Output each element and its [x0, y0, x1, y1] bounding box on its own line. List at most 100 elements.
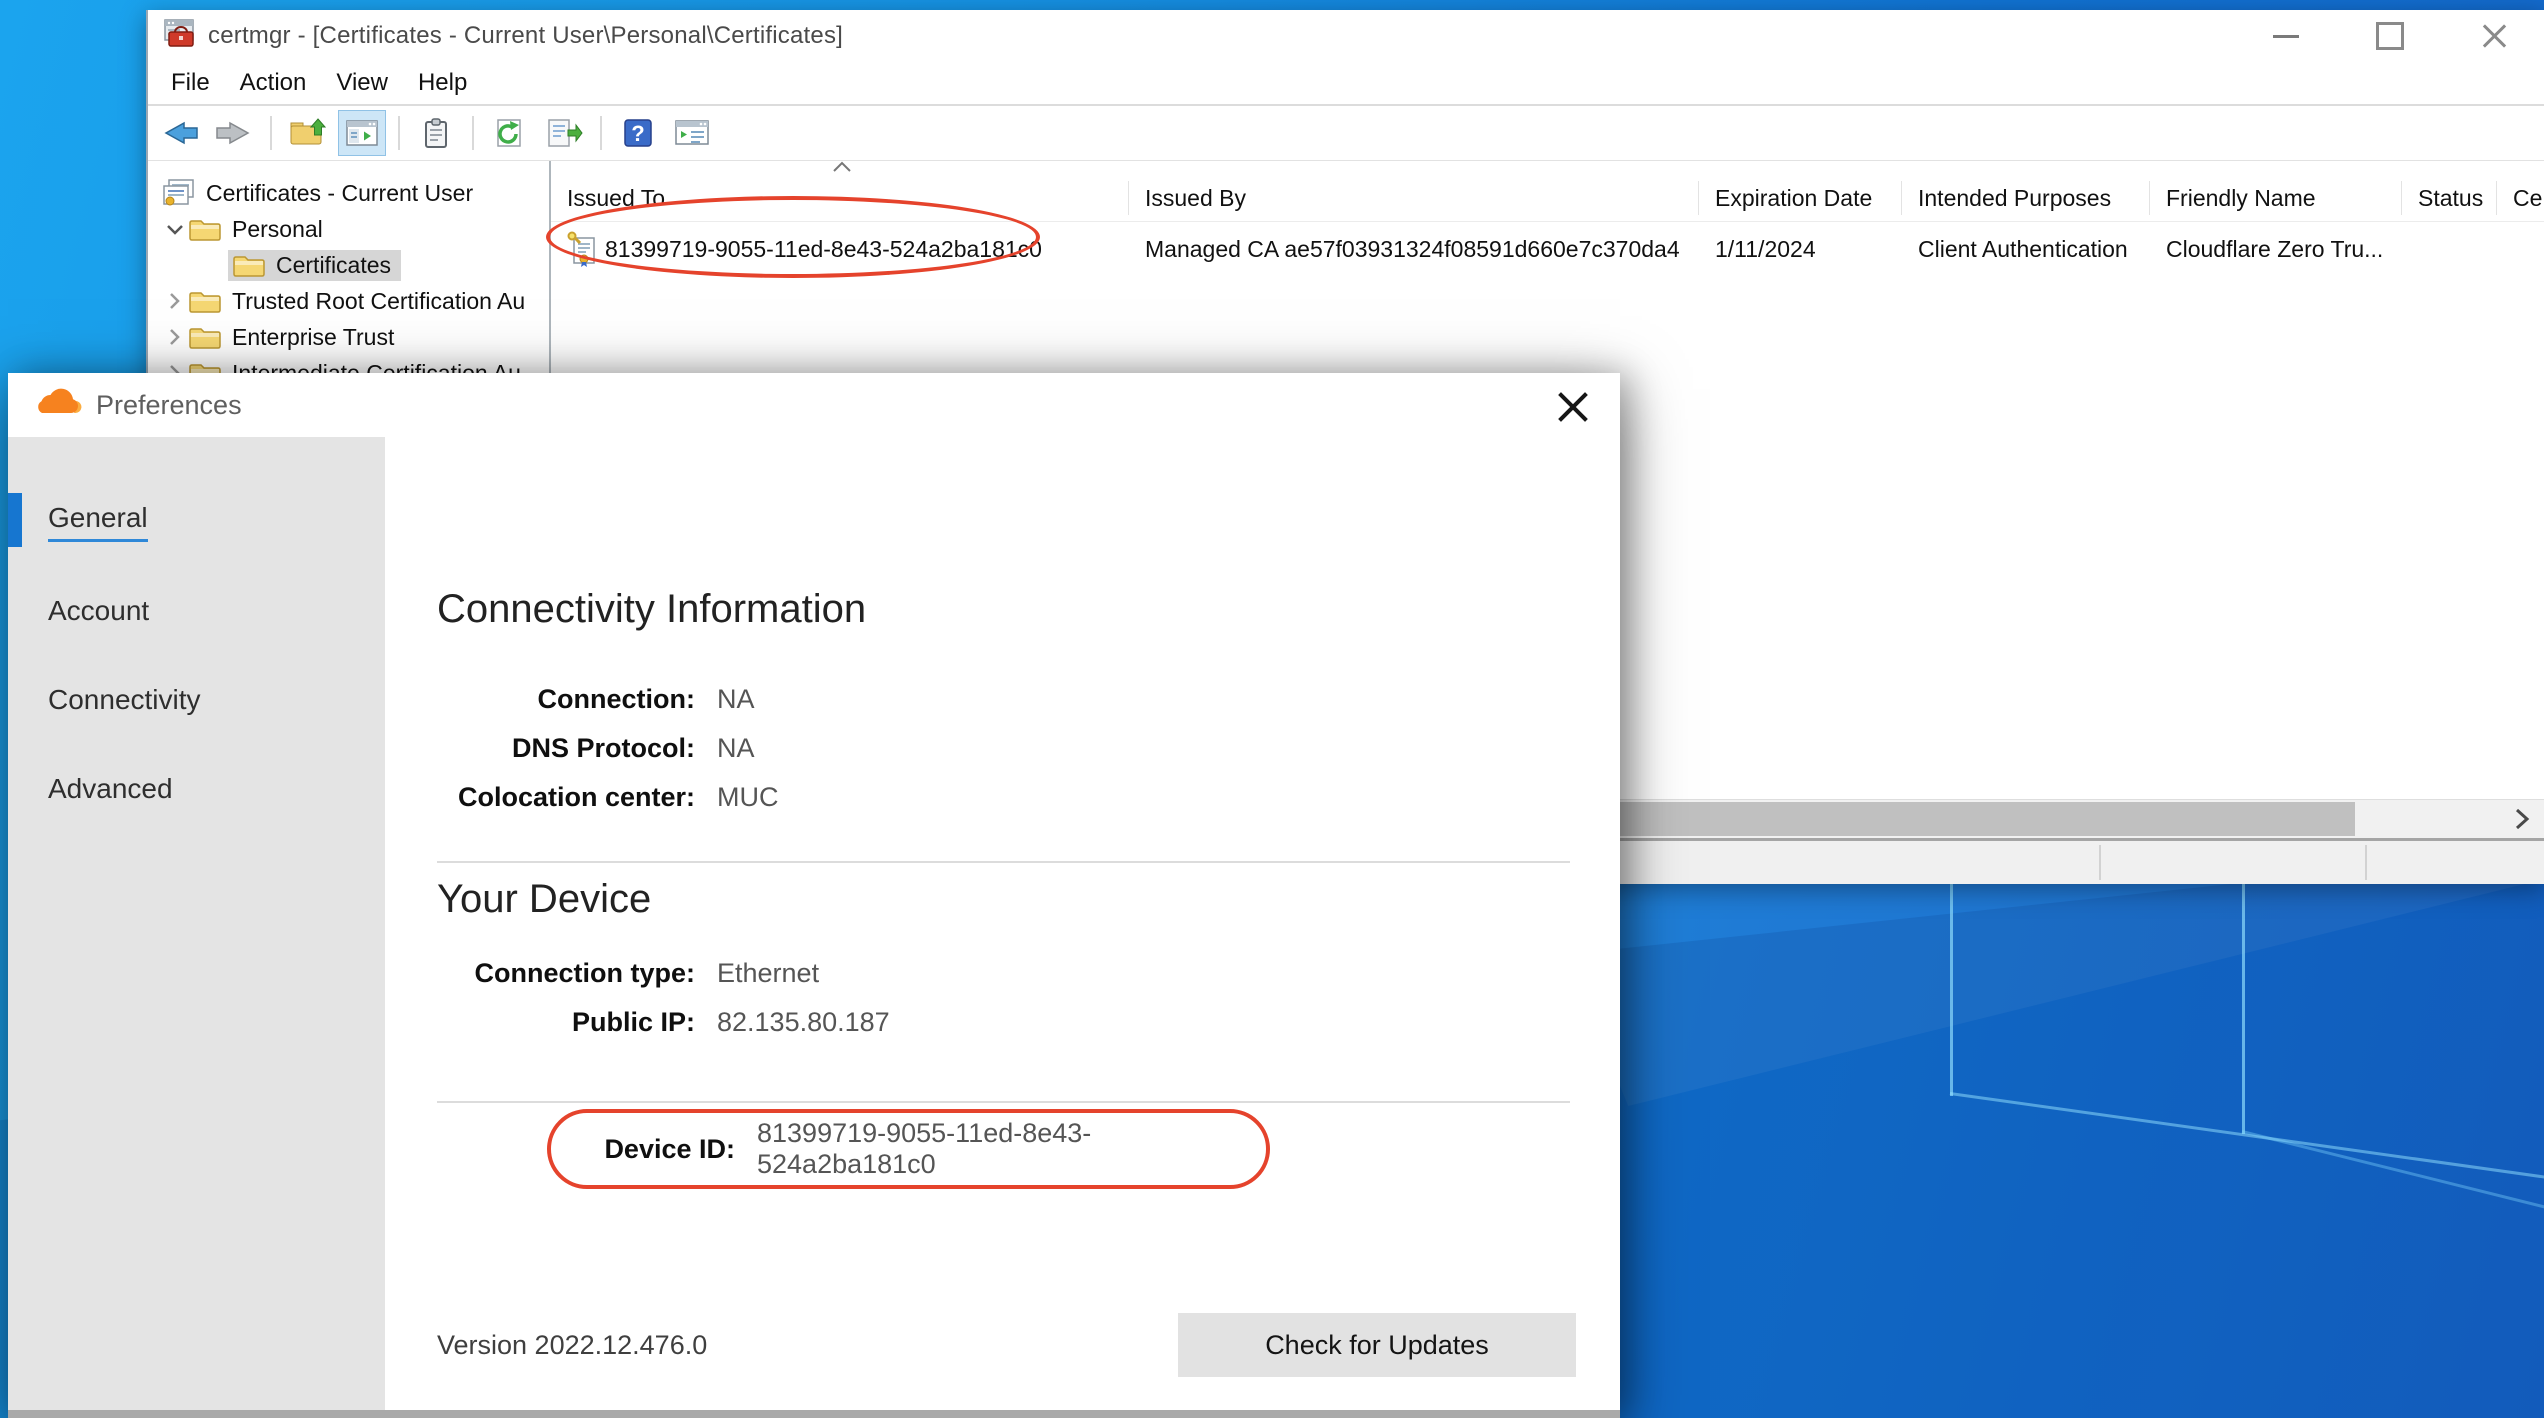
nav-item-advanced[interactable]: Advanced — [8, 744, 385, 833]
minimize-icon — [2273, 35, 2299, 38]
certmgr-titlebar: certmgr - [Certificates - Current User\P… — [148, 10, 2544, 62]
refresh-button[interactable] — [486, 110, 534, 156]
preferences-sidebar: General Account Connectivity Advanced — [8, 437, 385, 1410]
up-one-level-button[interactable] — [284, 110, 332, 156]
nav-item-label: General — [48, 502, 148, 542]
refresh-icon — [492, 117, 528, 149]
column-header-certificate[interactable]: Ce — [2497, 181, 2544, 215]
chevron-right-icon[interactable] — [162, 326, 188, 348]
cloudflare-logo-icon — [30, 387, 82, 424]
preferences-close-icon[interactable] — [1554, 387, 1592, 425]
tree-root-label: Certificates - Current User — [206, 180, 473, 207]
close-icon — [2480, 22, 2508, 50]
column-header-expiration-date[interactable]: Expiration Date — [1699, 181, 1902, 215]
window-controls — [2234, 10, 2544, 62]
tree-root-certificates-current-user[interactable]: Certificates - Current User — [148, 175, 549, 211]
tree-item-label: Personal — [232, 216, 323, 243]
tree-item-label: Enterprise Trust — [232, 324, 394, 351]
clipboard-button[interactable] — [412, 110, 460, 156]
section-divider — [437, 1101, 1570, 1103]
toolbar-separator — [270, 116, 272, 150]
check-for-updates-button[interactable]: Check for Updates — [1178, 1313, 1576, 1377]
tree-item-label: Certificates — [276, 252, 391, 279]
svg-text:?: ? — [631, 121, 644, 146]
wallpaper-beam — [2242, 884, 2245, 1134]
device-rows: Connection type: Ethernet Public IP: 82.… — [385, 949, 1620, 1047]
connection-value: NA — [717, 684, 755, 715]
new-window-list-button[interactable] — [668, 110, 716, 156]
connectivity-rows: Connection: NA DNS Protocol: NA Colocati… — [385, 675, 1620, 822]
certmgr-app-icon — [162, 17, 196, 56]
clipboard-icon — [419, 117, 453, 149]
scrollbar-right-arrow[interactable] — [2502, 802, 2542, 836]
nav-item-general[interactable]: General — [8, 477, 385, 566]
red-annotation-issued-to — [546, 196, 1040, 278]
menu-help[interactable]: Help — [403, 65, 482, 101]
screen: certmgr - [Certificates - Current User\P… — [0, 0, 2544, 1418]
device-id-label: Device ID: — [575, 1134, 735, 1165]
colocation-center-value: MUC — [717, 782, 779, 813]
version-text: Version 2022.12.476.0 — [437, 1330, 707, 1361]
menu-action[interactable]: Action — [225, 65, 322, 101]
folder-icon — [188, 216, 222, 242]
column-header-status[interactable]: Status — [2402, 181, 2497, 215]
connection-label: Connection: — [437, 684, 695, 715]
toolbar-separator — [600, 116, 602, 150]
preferences-titlebar: Preferences — [8, 373, 1620, 437]
column-header-intended-purposes[interactable]: Intended Purposes — [1902, 181, 2150, 215]
connection-type-label: Connection type: — [437, 958, 695, 989]
export-list-button[interactable] — [540, 110, 588, 156]
tree-item-enterprise-trust[interactable]: Enterprise Trust — [148, 319, 549, 355]
tree-item-trusted-root[interactable]: Trusted Root Certification Au — [148, 283, 549, 319]
help-icon: ? — [623, 118, 653, 148]
section-heading-connectivity: Connectivity Information — [437, 587, 866, 632]
minimize-button[interactable] — [2234, 10, 2338, 62]
preferences-title: Preferences — [96, 390, 242, 421]
dns-protocol-value: NA — [717, 733, 755, 764]
close-button[interactable] — [2442, 10, 2544, 62]
info-row: DNS Protocol: NA — [385, 724, 1620, 773]
column-header-issued-by[interactable]: Issued By — [1129, 181, 1699, 215]
back-button[interactable] — [156, 110, 204, 156]
nav-item-label: Connectivity — [48, 684, 201, 716]
up-folder-icon — [288, 117, 328, 149]
cell-expiration-date: 1/11/2024 — [1699, 236, 1902, 263]
statusbar-separator — [2099, 845, 2101, 880]
info-row: Connection: NA — [385, 675, 1620, 724]
info-row: Colocation center: MUC — [385, 773, 1620, 822]
menu-view[interactable]: View — [321, 65, 403, 101]
tree-item-certificates[interactable]: Certificates — [148, 247, 549, 283]
column-header-friendly-name[interactable]: Friendly Name — [2150, 181, 2402, 215]
red-annotation-device-id: Device ID: 81399719-9055-11ed-8e43-524a2… — [547, 1109, 1270, 1189]
statusbar-separator — [2365, 845, 2367, 880]
public-ip-value: 82.135.80.187 — [717, 1007, 890, 1038]
tree-item-personal[interactable]: Personal — [148, 211, 549, 247]
tree-item-label: Trusted Root Certification Au — [232, 288, 525, 315]
chevron-down-icon[interactable] — [162, 218, 188, 240]
nav-item-label: Advanced — [48, 773, 173, 805]
tree-selection-highlight: Certificates — [228, 250, 401, 281]
nav-item-connectivity[interactable]: Connectivity — [8, 655, 385, 744]
preferences-body: General Account Connectivity Advanced Co… — [8, 437, 1620, 1410]
section-heading-your-device: Your Device — [437, 877, 651, 922]
dns-protocol-label: DNS Protocol: — [437, 733, 695, 764]
section-divider — [437, 861, 1570, 863]
maximize-button[interactable] — [2338, 10, 2442, 62]
cell-intended-purposes: Client Authentication — [1902, 236, 2150, 263]
cell-issued-by: Managed CA ae57f03931324f08591d660e7c370… — [1129, 236, 1699, 263]
export-list-icon — [545, 117, 583, 149]
forward-button[interactable] — [210, 110, 258, 156]
certmgr-menubar: File Action View Help — [148, 62, 2544, 106]
chevron-right-icon[interactable] — [162, 290, 188, 312]
show-console-tree-button[interactable] — [338, 110, 386, 156]
maximize-icon — [2376, 22, 2404, 50]
nav-item-account[interactable]: Account — [8, 566, 385, 655]
help-button[interactable]: ? — [614, 110, 662, 156]
certmgr-window-title: certmgr - [Certificates - Current User\P… — [208, 22, 843, 50]
folder-icon — [188, 288, 222, 314]
new-window-list-icon — [672, 118, 712, 148]
back-arrow-icon — [160, 118, 200, 148]
info-row: Connection type: Ethernet — [385, 949, 1620, 998]
device-id-value: 81399719-9055-11ed-8e43-524a2ba181c0 — [757, 1118, 1266, 1180]
menu-file[interactable]: File — [156, 65, 225, 101]
